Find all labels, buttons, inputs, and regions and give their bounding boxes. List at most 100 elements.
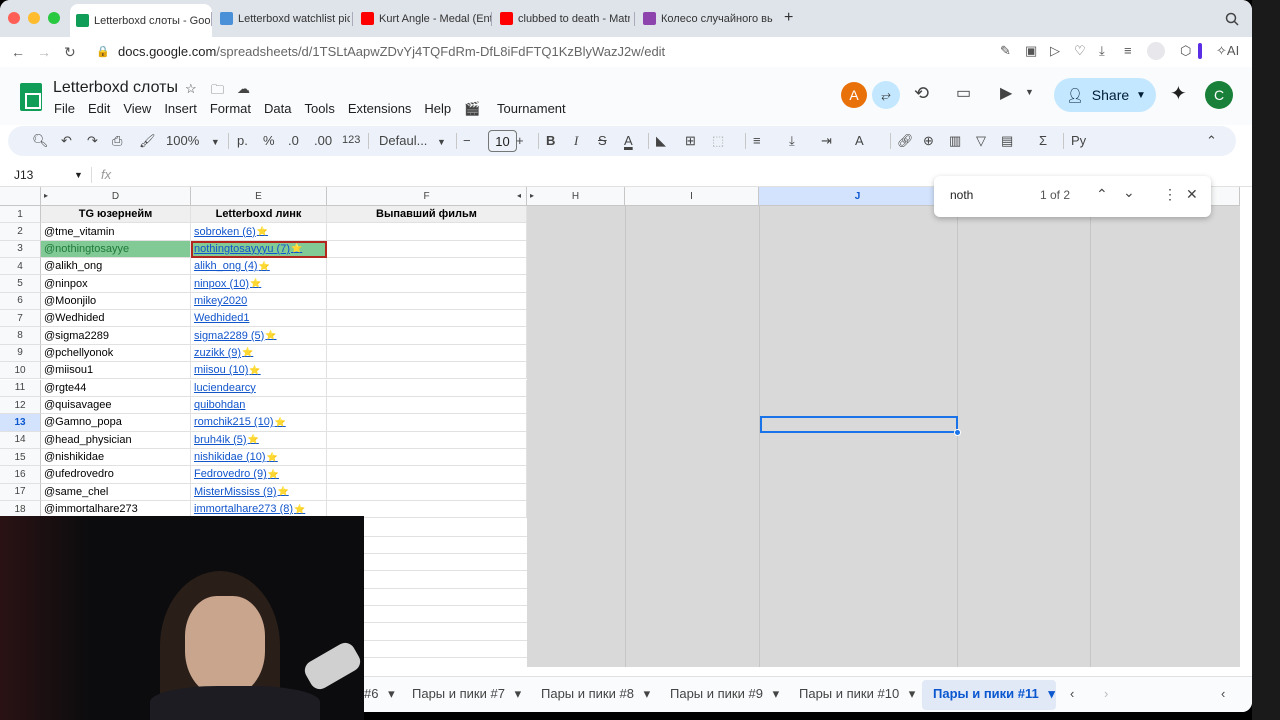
borders-icon[interactable]: ⊞ xyxy=(685,133,696,149)
dropped-film-cell[interactable] xyxy=(327,258,527,276)
tg-username-cell[interactable]: @quisavagee xyxy=(41,396,191,415)
column-header-i[interactable]: I xyxy=(625,187,759,206)
collapse-hidden-right-icon[interactable]: ▸ xyxy=(530,191,534,200)
close-window-button[interactable] xyxy=(8,12,20,24)
sheet-tab-dropdown-icon[interactable]: ▾ xyxy=(640,686,651,701)
tg-username-cell[interactable]: @head_physician xyxy=(41,431,191,449)
collaborator-avatar-a[interactable]: A xyxy=(841,82,867,108)
letterboxd-link-cell[interactable]: quibohdan xyxy=(191,396,327,415)
selected-cell-j13[interactable] xyxy=(760,416,958,433)
tg-username-cell[interactable]: @rgte44 xyxy=(41,379,191,397)
menu-tournament[interactable]: 🎬 Tournament xyxy=(464,101,578,117)
decrease-font-size-icon[interactable]: − xyxy=(463,133,471,148)
tg-username-cell[interactable]: @sigma2289 xyxy=(41,327,191,345)
insert-chart-icon[interactable]: ▥ xyxy=(949,133,961,149)
tg-username-cell[interactable]: @tme_vitamin xyxy=(41,223,191,241)
tg-username-cell[interactable]: @ufedrovedro xyxy=(41,466,191,484)
italic-button[interactable]: I xyxy=(574,133,578,149)
vertical-align-icon[interactable]: ⤓ xyxy=(789,133,795,149)
text-wrap-icon[interactable]: ⇥ xyxy=(821,133,832,149)
letterboxd-link-cell[interactable]: Wedhided1 xyxy=(191,310,327,328)
menu-view[interactable]: View xyxy=(123,101,151,117)
tg-username-cell[interactable]: @Gamno_popa xyxy=(41,414,191,432)
letterboxd-link-cell[interactable]: MisterMississ (9) ⭐ xyxy=(191,483,327,501)
download-icon[interactable]: ⤓ xyxy=(1099,43,1105,59)
dropped-film-cell[interactable] xyxy=(327,483,527,501)
expand-left-icon[interactable]: ▸ xyxy=(44,191,48,200)
column-header-f[interactable]: F xyxy=(327,187,527,206)
minimize-window-button[interactable] xyxy=(28,12,40,24)
font-select[interactable]: Defaul... ▼ xyxy=(379,133,446,148)
reload-icon[interactable]: ↻ xyxy=(64,44,76,61)
dropped-film-cell[interactable] xyxy=(327,310,527,328)
dropped-film-cell[interactable] xyxy=(327,396,527,415)
filter-icon[interactable]: ▽ xyxy=(976,133,986,149)
sheet-tab-dropdown-icon[interactable]: ▾ xyxy=(511,686,522,701)
cloud-status-icon[interactable]: ☁ xyxy=(237,81,250,97)
dropped-film-cell[interactable] xyxy=(327,344,527,363)
heart-icon[interactable]: ♡ xyxy=(1074,43,1086,59)
forward-arrow-icon[interactable]: → xyxy=(37,44,51,60)
version-history-icon[interactable]: ⟲ xyxy=(914,83,929,104)
menu-extensions[interactable]: Extensions xyxy=(348,101,412,117)
share-dropdown-icon[interactable]: ▼ xyxy=(1136,90,1146,101)
new-tab-button[interactable]: + xyxy=(784,9,793,27)
row-header[interactable]: 1 xyxy=(0,206,41,224)
menu-format[interactable]: Format xyxy=(210,101,251,117)
paint-format-icon[interactable]: 🖌︎ xyxy=(139,133,156,149)
browser-tab[interactable]: Kurt Angle - Medal (Entr xyxy=(355,6,491,31)
star-icon[interactable]: ☆ xyxy=(185,81,197,97)
column-header-e[interactable]: E xyxy=(191,187,327,206)
url-field[interactable]: docs.google.com/spreadsheets/d/1TSLtAapw… xyxy=(118,44,665,59)
menu-help[interactable]: Help xyxy=(424,101,451,117)
sheet-tab-active[interactable]: Пары и пики #11 ▾ xyxy=(933,686,1055,702)
browser-tab[interactable]: Letterboxd слоты - Goog xyxy=(70,4,212,37)
font-size-input[interactable]: 10 xyxy=(488,130,517,152)
letterboxd-link-cell[interactable]: miisou (10) ⭐ xyxy=(191,362,327,380)
sheet-tab[interactable]: Пары и пики #8 ▾ xyxy=(541,686,650,702)
sheet-tab-dropdown-icon[interactable]: ▾ xyxy=(769,686,780,701)
insert-comment-icon[interactable]: ⊕ xyxy=(923,133,934,149)
menu-edit[interactable]: Edit xyxy=(88,101,110,117)
back-arrow-icon[interactable]: ← xyxy=(11,44,25,60)
letterboxd-link-cell[interactable]: sobroken (6) ⭐ xyxy=(191,223,327,241)
sheet-tab[interactable]: Пары и пики #10 ▾ xyxy=(799,686,915,702)
tg-username-cell[interactable]: @alikh_ong xyxy=(41,258,191,276)
presence-icon[interactable]: ⥂ xyxy=(872,81,900,109)
row-header[interactable]: 13 xyxy=(0,414,41,432)
fill-color-icon[interactable]: ◣ xyxy=(656,133,666,149)
tg-username-cell[interactable]: @pchellyonok xyxy=(41,344,191,363)
dropped-film-cell[interactable] xyxy=(327,414,527,432)
merge-cells-icon[interactable]: ⬚ xyxy=(712,133,724,149)
collapse-hidden-left-icon[interactable]: ◂ xyxy=(517,191,521,200)
column-header-j[interactable]: J xyxy=(759,187,957,206)
find-options-icon[interactable]: ⋮ xyxy=(1163,186,1177,203)
dropped-film-cell[interactable] xyxy=(327,292,527,311)
functions-icon[interactable]: Σ xyxy=(1039,133,1047,148)
letterboxd-link-cell[interactable]: sigma2289 (5) ⭐ xyxy=(191,327,327,345)
letterboxd-link-cell[interactable]: nothingtosayyyu (7) ⭐ xyxy=(191,240,327,259)
row-header[interactable]: 8 xyxy=(0,327,41,345)
letterboxd-link-cell[interactable]: mikey2020 xyxy=(191,292,327,311)
dropped-film-cell[interactable] xyxy=(327,466,527,484)
text-rotation-icon[interactable]: A xyxy=(855,133,864,148)
dropped-film-cell[interactable] xyxy=(327,275,527,293)
browser-tab[interactable]: Letterboxd watchlist pick xyxy=(214,6,350,31)
filter-views-icon[interactable]: ▤ xyxy=(1001,133,1013,149)
insert-link-icon[interactable]: 🔗︎ xyxy=(897,133,914,149)
sheet-tab[interactable]: Пары и пики #9 ▾ xyxy=(670,686,779,702)
row-header[interactable]: 5 xyxy=(0,275,41,293)
browser-tab[interactable]: clubbed to death - Matri xyxy=(494,6,630,31)
tg-username-cell[interactable]: @miisou1 xyxy=(41,362,191,380)
row-header[interactable]: 16 xyxy=(0,466,41,484)
play-icon[interactable]: ▷ xyxy=(1050,43,1060,59)
input-tools-icon[interactable]: Pу xyxy=(1071,133,1086,148)
meet-dropdown-icon[interactable]: ▼ xyxy=(1025,87,1034,97)
letterboxd-link-cell[interactable]: romchik215 (10) ⭐ xyxy=(191,414,327,432)
collapse-toolbar-icon[interactable]: ⌃ xyxy=(1206,133,1217,149)
letterboxd-link-cell[interactable]: nishikidae (10) ⭐ xyxy=(191,448,327,467)
letterboxd-link-cell[interactable]: luciendearcy xyxy=(191,379,327,397)
scroll-tabs-left-icon[interactable]: ‹ xyxy=(1070,686,1074,701)
close-find-icon[interactable]: ✕ xyxy=(1186,186,1198,203)
header-letterboxd-link[interactable]: Letterboxd линк xyxy=(191,206,327,224)
